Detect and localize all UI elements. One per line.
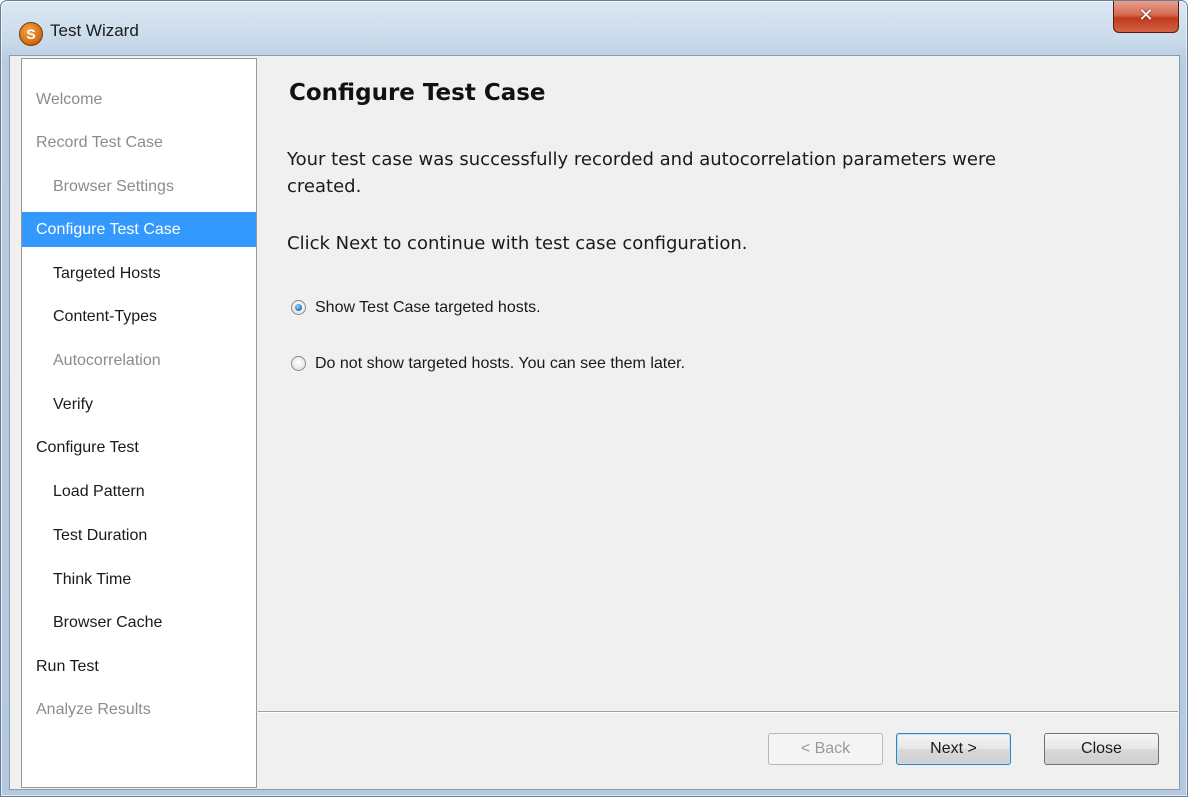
test-wizard-window: S Test Wizard ✕ Welcome Record Test Case… [0,0,1188,797]
wizard-steps-sidebar: Welcome Record Test Case Browser Setting… [21,58,257,788]
success-message-line-1: Your test case was successfully recorded… [287,149,997,170]
success-message: Your test case was successfully recorded… [287,146,996,200]
close-button[interactable]: Close [1044,733,1159,765]
next-button[interactable]: Next > [896,733,1011,765]
sidebar-item-browser-settings[interactable]: Browser Settings [22,169,256,204]
sidebar-item-load-pattern[interactable]: Load Pattern [22,474,256,509]
sidebar-item-run-test[interactable]: Run Test [22,649,256,684]
sidebar-item-record-test-case[interactable]: Record Test Case [22,125,256,160]
radio-button-unchecked[interactable] [291,356,306,371]
option-hide-targeted-hosts-label: Do not show targeted hosts. You can see … [315,355,686,372]
sidebar-item-analyze-results[interactable]: Analyze Results [22,692,256,727]
window-title: Test Wizard [50,21,139,40]
close-window-button[interactable]: ✕ [1113,1,1179,33]
sidebar-item-autocorrelation[interactable]: Autocorrelation [22,343,256,378]
app-logo-icon: S [19,22,43,46]
sidebar-item-browser-cache[interactable]: Browser Cache [22,605,256,640]
sidebar-item-content-types[interactable]: Content-Types [22,299,256,334]
radio-button-checked[interactable] [291,300,306,315]
back-button[interactable]: < Back [768,733,883,765]
button-bar-divider [258,711,1178,713]
sidebar-item-targeted-hosts[interactable]: Targeted Hosts [22,256,256,291]
sidebar-item-verify[interactable]: Verify [22,387,256,422]
title-bar[interactable]: S Test Wizard ✕ [1,1,1187,53]
close-icon: ✕ [1138,5,1154,26]
success-message-line-2: created. [287,176,362,197]
wizard-content-panel: Configure Test Case Your test case was s… [258,58,1178,788]
sidebar-item-test-duration[interactable]: Test Duration [22,518,256,553]
page-title: Configure Test Case [289,80,546,106]
instruction-text: Click Next to continue with test case co… [287,233,748,254]
option-show-targeted-hosts-label: Show Test Case targeted hosts. [315,299,541,316]
wizard-client-area: Welcome Record Test Case Browser Setting… [9,55,1180,790]
sidebar-item-welcome[interactable]: Welcome [22,82,256,117]
sidebar-item-configure-test-case[interactable]: Configure Test Case [22,212,256,247]
sidebar-item-think-time[interactable]: Think Time [22,562,256,597]
sidebar-item-configure-test[interactable]: Configure Test [22,430,256,465]
